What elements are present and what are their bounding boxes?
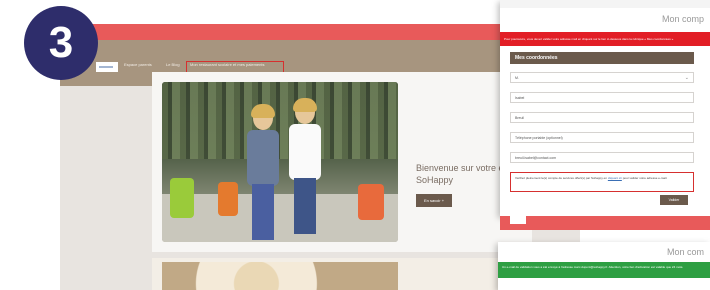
civility-select[interactable]: M. ⌄ bbox=[510, 72, 694, 83]
nav-item-blog[interactable]: Le Blog bbox=[166, 62, 180, 67]
validation-notice: Vérifiez pleinement le(s) compte de serv… bbox=[510, 172, 694, 192]
phone-field[interactable]: Téléphone portable (optionnel) bbox=[510, 132, 694, 143]
success-message: Un e-mail de validation vous a été envoy… bbox=[498, 262, 710, 278]
modal-bottom-bar bbox=[500, 216, 710, 230]
food-photo bbox=[162, 262, 398, 290]
tutorial-screenshot: Espace parents Le Blog Mon restaurant sc… bbox=[0, 0, 710, 290]
success-modal-title: Mon com bbox=[666, 247, 704, 257]
hero-card: Bienvenue sur votre espace SoHappy En sa… bbox=[152, 72, 532, 252]
hero-photo bbox=[162, 82, 398, 242]
first-name-field[interactable]: Isabel bbox=[510, 92, 694, 103]
nav-item-espace-parents[interactable]: Espace parents bbox=[124, 62, 152, 67]
success-modal: Mon com Un e-mail de validation vous a é… bbox=[498, 242, 710, 290]
email-field[interactable]: breuil.isabel@contact.com bbox=[510, 152, 694, 163]
step-badge: 3 bbox=[24, 6, 98, 80]
en-savoir-plus-button[interactable]: En savoir + bbox=[416, 194, 452, 207]
validation-alert: Pour poursuivre, vous devez valider votr… bbox=[500, 32, 710, 46]
account-modal: Mon comp Pour poursuivre, vous devez val… bbox=[500, 0, 710, 216]
site-logo[interactable] bbox=[96, 62, 118, 72]
validation-link[interactable]: cliquant ici bbox=[608, 176, 622, 180]
food-card bbox=[152, 258, 532, 290]
modal-title: Mon comp bbox=[661, 14, 704, 24]
chevron-down-icon: ⌄ bbox=[684, 75, 689, 81]
coordinates-form: Mes coordonnées M. ⌄ Isabel Breuil Télép… bbox=[510, 52, 694, 210]
form-title: Mes coordonnées bbox=[510, 52, 694, 64]
submit-button[interactable]: Valider bbox=[660, 195, 688, 205]
last-name-field[interactable]: Breuil bbox=[510, 112, 694, 123]
